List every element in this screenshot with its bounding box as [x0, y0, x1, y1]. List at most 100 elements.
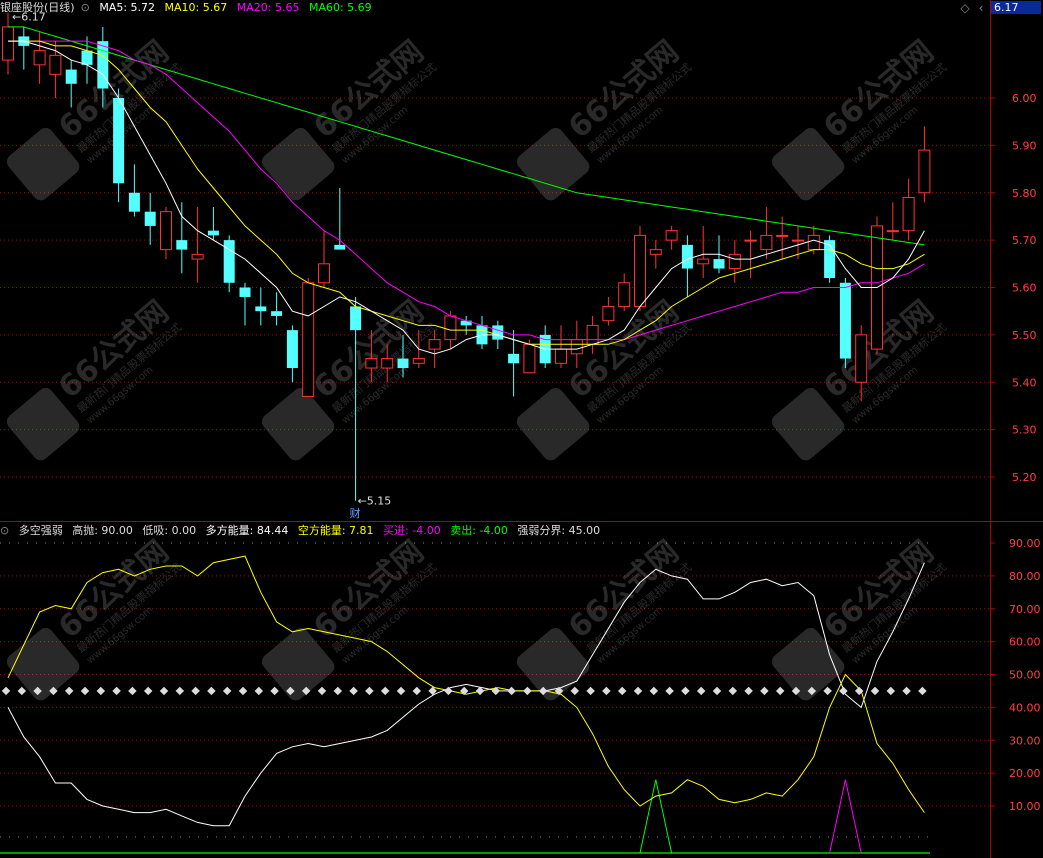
candle-body-down	[397, 358, 409, 369]
divider-diamond	[191, 686, 200, 696]
candle-body-up	[570, 339, 583, 355]
sub-axis-label: 90.00	[1009, 537, 1041, 550]
divider-diamond	[96, 686, 106, 696]
divider-diamond	[902, 686, 911, 696]
divider-diamond	[238, 686, 248, 696]
watermark-layer: 66公式网最新热门精品股票指标公式www.66gsw.com 66公式网最新热门精…	[6, 34, 949, 701]
candle-body-up	[728, 253, 741, 270]
gaopao-label: 高抛: 90.00	[72, 524, 133, 537]
candle-body-up	[665, 230, 678, 241]
divider-diamond	[333, 686, 343, 696]
current-price-badge: 6.17	[991, 1, 1041, 14]
candle-body-up	[523, 343, 536, 374]
price-axis-label: 5.50	[1012, 329, 1037, 342]
divider-diamond	[523, 686, 532, 696]
indicator-name[interactable]: 多空强弱	[19, 524, 63, 537]
min-price-label: ←5.15	[358, 495, 392, 508]
candle-body-down	[144, 211, 156, 226]
divider-diamond	[839, 686, 848, 696]
axes: 6.00 5.90 5.80 5.70 5.60 5.50 5.40 5.30 5.20 90.0…	[990, 92, 1041, 813]
candle-body-up	[697, 258, 710, 265]
price-axis-label: 5.20	[1012, 471, 1037, 484]
candle-body-up	[33, 50, 46, 66]
candle-body-up	[444, 315, 457, 341]
candle-body-up	[191, 253, 204, 260]
mairu-label: 买进: -4.00	[383, 524, 441, 537]
candle-body-down	[176, 240, 188, 250]
candle-body-up	[649, 249, 662, 255]
candle-body-up	[855, 334, 868, 383]
sub-axis-label: 20.00	[1009, 767, 1041, 780]
candle-body-up	[302, 282, 315, 397]
sub-indicator-header: ⊙ 多空强弱 高抛: 90.00 低吸: 0.00 多方能量: 84.44 空方…	[0, 523, 606, 539]
ma20-label: MA20: 5.65	[236, 1, 300, 14]
divider-diamond	[507, 686, 516, 696]
ma60-label: MA60: 5.69	[308, 1, 372, 14]
divider-diamond	[64, 686, 74, 696]
candle-body-down	[681, 244, 693, 269]
divider-diamond	[712, 686, 722, 696]
sub-axis-label: 40.00	[1009, 701, 1041, 714]
divider-diamond	[317, 686, 327, 696]
divider-diamond	[617, 686, 627, 696]
maichu-label: 卖出: -4.00	[450, 524, 508, 537]
price-axis-label: 5.80	[1012, 187, 1037, 200]
watermark-66gsw: 66公式网最新热门精品股票指标公式www.66gsw.com	[771, 534, 949, 701]
candle-body-down	[65, 69, 77, 84]
sub-axis-label: 70.00	[1009, 603, 1041, 616]
dropdown-icon[interactable]: ⊙	[0, 524, 9, 537]
divider-diamond	[775, 686, 785, 696]
watermark-66gsw: 66公式网最新热门精品股票指标公式www.66gsw.com	[261, 34, 439, 201]
candle-body-up	[381, 358, 394, 369]
divider-diamond	[744, 686, 753, 696]
candle-body-down	[713, 259, 725, 269]
chevron-left-icon[interactable]: ‹	[974, 1, 988, 15]
price-axis-label: 5.60	[1012, 282, 1037, 295]
candle-body-up	[744, 239, 757, 242]
kongfang-label: 空方能量: 7.81	[297, 524, 374, 537]
sell-signal-spike	[829, 779, 862, 854]
candle-body-down	[81, 50, 93, 65]
sub-axis-label: 50.00	[1009, 669, 1041, 682]
duofang-label: 多方能量: 84.44	[205, 524, 289, 537]
divider-diamond	[649, 686, 659, 696]
divider-diamond	[918, 686, 927, 696]
divider-diamond	[396, 686, 406, 696]
watermark-66gsw: 66公式网最新热门精品股票指标公式www.66gsw.com	[6, 294, 184, 461]
kline-chart-stage[interactable]: 66公式网最新热门精品股票指标公式www.66gsw.com 66公式网最新热门精…	[0, 0, 1043, 858]
watermark-66gsw: 66公式网最新热门精品股票指标公式www.66gsw.com	[6, 534, 184, 701]
dixi-label: 低吸: 0.00	[142, 524, 197, 537]
candle-body-down	[492, 325, 504, 340]
divider-diamond	[207, 686, 216, 696]
divider-diamond	[760, 686, 769, 696]
candle-body-up	[886, 230, 899, 233]
ma5-label: MA5: 5.72	[99, 1, 156, 14]
main-indicator-header: 银座股份(日线) ⊙ MA5: 5.72 MA10: 5.67 MA20: 5.6…	[0, 0, 378, 16]
dropdown-icon[interactable]: ⊙	[81, 1, 90, 14]
candle-body-down	[334, 244, 346, 250]
divider-diamond	[602, 686, 611, 696]
candle-body-down	[97, 41, 109, 89]
stock-title[interactable]: 银座股份(日线)	[0, 1, 75, 14]
candle-body-down	[255, 306, 267, 312]
diamond-icon[interactable]: ◇	[958, 1, 972, 15]
divider-diamond	[665, 686, 674, 696]
watermark-66gsw: 66公式网最新热门精品股票指标公式www.66gsw.com	[516, 534, 694, 701]
ma10-label: MA10: 5.67	[164, 1, 228, 14]
divider-diamond	[886, 686, 896, 696]
candle-body-down	[113, 98, 125, 184]
divider-diamond	[365, 686, 374, 696]
candle-body-up	[776, 234, 789, 237]
watermark-66gsw: 66公式网最新热门精品股票指标公式www.66gsw.com	[261, 534, 439, 701]
sub-axis-label: 10.00	[1009, 800, 1041, 813]
divider-diamond	[222, 686, 232, 696]
divider-diamond	[633, 686, 643, 696]
candle-body-up	[902, 196, 915, 232]
candle-body-up	[586, 324, 599, 345]
candle-body-up	[618, 282, 631, 307]
price-axis-label: 6.00	[1012, 92, 1037, 105]
divider-diamond	[681, 686, 690, 696]
candle-body-up	[807, 234, 820, 251]
divider-diamond	[175, 686, 185, 696]
divider-diamond	[444, 686, 453, 696]
